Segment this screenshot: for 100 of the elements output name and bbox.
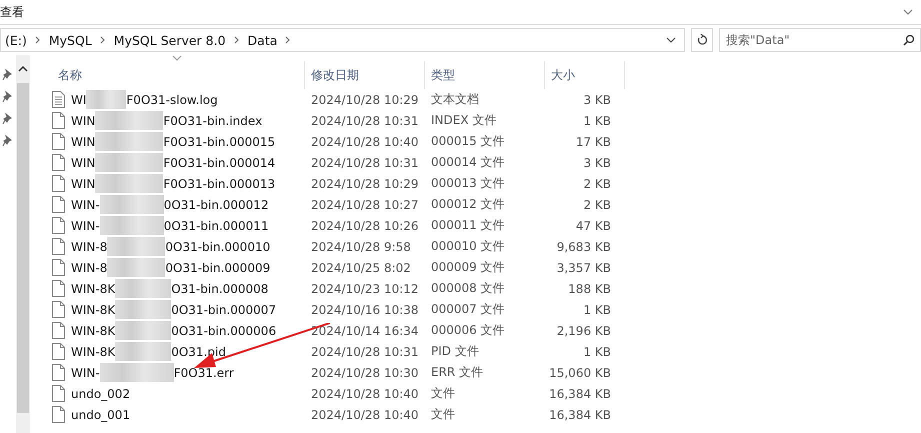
file-size: 17 KB <box>574 134 611 148</box>
file-size: 2 KB <box>582 176 611 190</box>
file-type: 000014 文件 <box>430 154 506 171</box>
pin-icon[interactable] <box>2 135 12 147</box>
redaction-blur <box>107 237 166 256</box>
ribbon-tab[interactable]: 查看 <box>0 4 24 20</box>
expand-ribbon-icon[interactable] <box>903 9 913 15</box>
scrollbar[interactable] <box>16 55 30 433</box>
file-icon <box>52 112 65 129</box>
file-icon <box>52 364 65 381</box>
file-type: 文件 <box>430 406 456 423</box>
file-name[interactable]: F0O31.err <box>174 366 234 380</box>
file-name[interactable]: WI <box>71 92 86 106</box>
file-name[interactable]: O31-bin.000008 <box>171 282 268 296</box>
refresh-button[interactable] <box>691 28 713 52</box>
sort-caret-icon <box>172 55 182 61</box>
text-file-icon <box>52 91 65 108</box>
pin-icon[interactable] <box>2 113 12 125</box>
pin-icon[interactable] <box>2 91 12 103</box>
redaction-blur <box>115 342 172 361</box>
modified-date: 2024/10/28 10:30 <box>310 366 420 380</box>
file-icon <box>52 217 65 234</box>
file-name[interactable]: F0O31-bin.000014 <box>163 156 276 170</box>
file-type: 000012 文件 <box>430 196 506 213</box>
breadcrumb[interactable]: MySQL <box>48 32 92 48</box>
file-size: 9,683 KB <box>556 240 611 254</box>
modified-date: 2024/10/28 10:40 <box>310 386 420 400</box>
redaction-blur <box>86 90 126 109</box>
redaction-blur <box>115 279 172 298</box>
chevron-icon <box>100 36 106 44</box>
file-name[interactable]: WIN-8K <box>71 282 116 296</box>
file-size: 1 KB <box>582 302 611 316</box>
column-header[interactable]: 类型 <box>431 66 455 84</box>
column-header[interactable]: 大小 <box>551 66 575 84</box>
modified-date: 2024/10/28 10:29 <box>310 176 420 190</box>
redaction-blur <box>100 216 164 235</box>
chevron-icon <box>285 36 292 44</box>
file-name[interactable]: 0O31.pid <box>171 344 226 358</box>
column-header[interactable]: 名称 <box>58 66 82 84</box>
file-type: 文件 <box>430 385 456 402</box>
file-icon <box>52 259 65 276</box>
file-name[interactable]: 0O31-bin.000009 <box>165 260 270 274</box>
file-type: 文本文档 <box>430 91 480 108</box>
breadcrumb[interactable]: MySQL Server 8.0 <box>114 32 226 48</box>
file-name[interactable]: WIN-8 <box>71 260 108 274</box>
file-name[interactable]: F0O31-bin.000015 <box>163 134 276 148</box>
file-size: 3 KB <box>582 156 611 170</box>
file-name[interactable]: WIN <box>71 156 96 170</box>
modified-date: 2024/10/28 10:31 <box>310 156 420 170</box>
modified-date: 2024/10/28 10:31 <box>310 344 420 358</box>
modified-date: 2024/10/14 16:34 <box>310 324 420 338</box>
file-type: 000008 文件 <box>430 280 506 297</box>
file-name[interactable]: WIN-8K <box>71 324 116 338</box>
file-size: 1 KB <box>582 114 611 128</box>
column-header[interactable]: 修改日期 <box>311 66 359 84</box>
redaction-blur <box>95 174 164 193</box>
search-field[interactable]: 搜索"Data" <box>719 28 921 52</box>
file-icon <box>52 133 65 150</box>
file-icon <box>52 154 65 171</box>
file-icon <box>52 175 65 192</box>
file-icon <box>52 343 65 360</box>
file-name[interactable]: WIN <box>71 176 96 190</box>
refresh-icon <box>696 34 708 46</box>
address-bar[interactable]: (E:) MySQL MySQL Server 8.0 Data <box>0 28 685 52</box>
modified-date: 2024/10/25 8:02 <box>310 260 412 274</box>
modified-date: 2024/10/28 10:27 <box>310 198 420 212</box>
file-name[interactable]: WIN <box>71 134 96 148</box>
scroll-up-icon[interactable] <box>18 65 28 73</box>
file-name[interactable]: WIN- <box>71 218 100 232</box>
file-name[interactable]: WIN- <box>71 198 100 212</box>
file-name[interactable]: F0O31-bin.index <box>163 114 262 128</box>
file-size: 16,384 KB <box>548 408 611 422</box>
file-name[interactable]: undo_001 <box>71 408 130 422</box>
file-name[interactable]: F0O31-bin.000013 <box>163 176 276 190</box>
file-name[interactable]: 0O31-bin.000006 <box>171 324 276 338</box>
file-type: 000007 文件 <box>430 301 506 318</box>
file-name[interactable]: 0O31-bin.000011 <box>164 218 269 232</box>
file-name[interactable]: F0O31-slow.log <box>126 92 218 106</box>
file-name[interactable]: 0O31-bin.000012 <box>164 198 269 212</box>
file-size: 3 KB <box>582 92 611 106</box>
breadcrumb[interactable]: Data <box>248 32 278 48</box>
file-name[interactable]: 0O31-bin.000010 <box>165 240 270 254</box>
file-type: 000009 文件 <box>430 259 506 276</box>
file-name[interactable]: WIN-8K <box>71 344 116 358</box>
file-name[interactable]: WIN-8K <box>71 302 116 316</box>
dropdown-icon[interactable] <box>666 37 676 43</box>
redaction-blur <box>115 300 172 319</box>
redaction-blur <box>115 321 172 340</box>
file-name[interactable]: WIN-8 <box>71 240 108 254</box>
search-icon[interactable] <box>903 34 915 46</box>
file-type: PID 文件 <box>430 343 480 360</box>
file-icon <box>52 322 65 339</box>
file-type: 000011 文件 <box>430 217 506 234</box>
file-name[interactable]: undo_002 <box>71 386 130 400</box>
file-name[interactable]: WIN- <box>71 366 100 380</box>
file-name[interactable]: 0O31-bin.000007 <box>171 302 276 316</box>
file-size: 2,196 KB <box>556 324 611 338</box>
pin-icon[interactable] <box>2 69 12 81</box>
breadcrumb[interactable]: (E:) <box>5 32 27 48</box>
file-name[interactable]: WIN <box>71 114 96 128</box>
